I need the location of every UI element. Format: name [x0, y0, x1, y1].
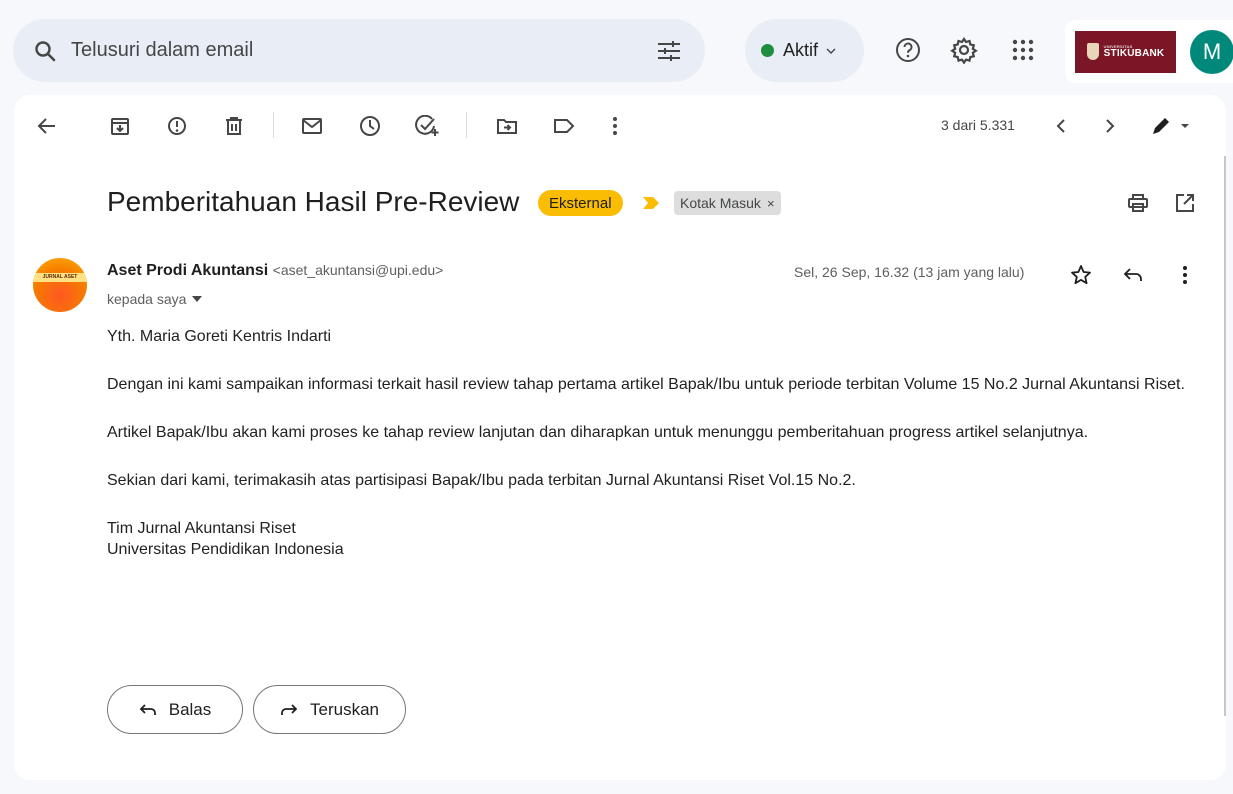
more-icon[interactable] — [602, 113, 628, 139]
logo-text: STIKUBANK — [1103, 47, 1165, 59]
search-icon[interactable] — [33, 39, 57, 63]
print-icon[interactable] — [1125, 190, 1151, 216]
email-date: Sel, 26 Sep, 16.32 (13 jam yang lalu) — [794, 264, 1025, 280]
signature-line: Universitas Pendidikan Indonesia — [107, 541, 344, 558]
body-paragraph: Yth. Maria Goreti Kentris Indarti — [107, 328, 332, 345]
reply-button-label: Balas — [168, 699, 212, 719]
important-marker-icon[interactable] — [642, 196, 660, 210]
status-selector[interactable]: Aktif — [745, 19, 864, 82]
forward-button[interactable]: Teruskan — [253, 685, 406, 734]
forward-icon — [281, 703, 298, 715]
mark-unread-icon[interactable] — [299, 113, 325, 139]
sender-email: <aset_akuntansi@upi.edu> — [272, 262, 444, 278]
avatar[interactable]: M — [1190, 30, 1233, 74]
signature-line: Tim Jurnal Akuntansi Riset — [107, 520, 296, 537]
archive-icon[interactable] — [107, 113, 133, 139]
body-paragraph: Sekian dari kami, terimakasih atas parti… — [107, 472, 856, 489]
label-icon[interactable] — [551, 113, 577, 139]
move-to-icon[interactable] — [494, 113, 520, 139]
snooze-icon[interactable] — [357, 113, 383, 139]
delete-icon[interactable] — [221, 113, 247, 139]
more-options-icon[interactable] — [1172, 262, 1198, 288]
back-icon[interactable] — [34, 113, 60, 139]
add-task-icon[interactable] — [414, 113, 440, 139]
settings-icon[interactable] — [944, 30, 984, 70]
toolbar-divider — [273, 112, 274, 138]
apps-icon[interactable] — [1003, 30, 1043, 70]
status-dot — [761, 44, 774, 57]
status-label: Aktif — [783, 40, 819, 60]
reply-icon — [139, 703, 156, 715]
star-icon[interactable] — [1068, 262, 1094, 288]
newer-icon[interactable] — [1048, 113, 1074, 139]
sender-avatar[interactable]: JURNAL ASET — [33, 258, 87, 312]
tune-icon[interactable] — [655, 37, 683, 65]
reply-button[interactable]: Balas — [107, 685, 243, 734]
toolbar-divider — [466, 112, 467, 138]
recipient-line[interactable]: kepada saya — [107, 291, 203, 307]
body-paragraph: Dengan ini kami sampaikan informasi terk… — [107, 376, 1185, 393]
shield-icon — [1086, 43, 1099, 60]
sender-name[interactable]: Aset Prodi Akuntansi — [107, 262, 268, 279]
scrollbar[interactable] — [1224, 156, 1226, 716]
chevron-down-icon — [826, 48, 836, 54]
body-paragraph: Artikel Bapak/Ibu akan kami proses ke ta… — [107, 424, 1089, 441]
forward-button-label: Teruskan — [310, 699, 379, 719]
account-area[interactable]: UNIVERSITAS STIKUBANK M — [1065, 20, 1233, 83]
input-tools-icon[interactable] — [1148, 113, 1192, 139]
reply-icon[interactable] — [1120, 262, 1146, 288]
sender-line: Aset Prodi Akuntansi <aset_akuntansi@upi… — [107, 262, 443, 280]
email-body: Yth. Maria Goreti Kentris Indarti Dengan… — [107, 326, 1187, 560]
older-icon[interactable] — [1097, 113, 1123, 139]
search-bar[interactable]: Telusuri dalam email — [13, 19, 705, 82]
caret-down-icon[interactable] — [192, 296, 203, 302]
label-chip-inbox[interactable]: Kotak Masuk × — [674, 191, 781, 215]
label-chip-text: Kotak Masuk — [680, 195, 761, 211]
help-icon[interactable] — [888, 30, 928, 70]
recipient-text: kepada saya — [107, 291, 187, 307]
report-spam-icon[interactable] — [164, 113, 190, 139]
email-subject: Pemberitahuan Hasil Pre-Review — [107, 186, 520, 217]
organization-logo[interactable]: UNIVERSITAS STIKUBANK — [1075, 30, 1176, 73]
remove-label-button[interactable]: × — [767, 196, 775, 211]
search-input[interactable]: Telusuri dalam email — [71, 39, 655, 62]
sender-avatar-text: JURNAL ASET — [33, 273, 87, 282]
message-count: 3 dari 5.331 — [941, 117, 1015, 133]
open-in-new-window-icon[interactable] — [1172, 190, 1198, 216]
external-badge: Eksternal — [538, 190, 623, 216]
